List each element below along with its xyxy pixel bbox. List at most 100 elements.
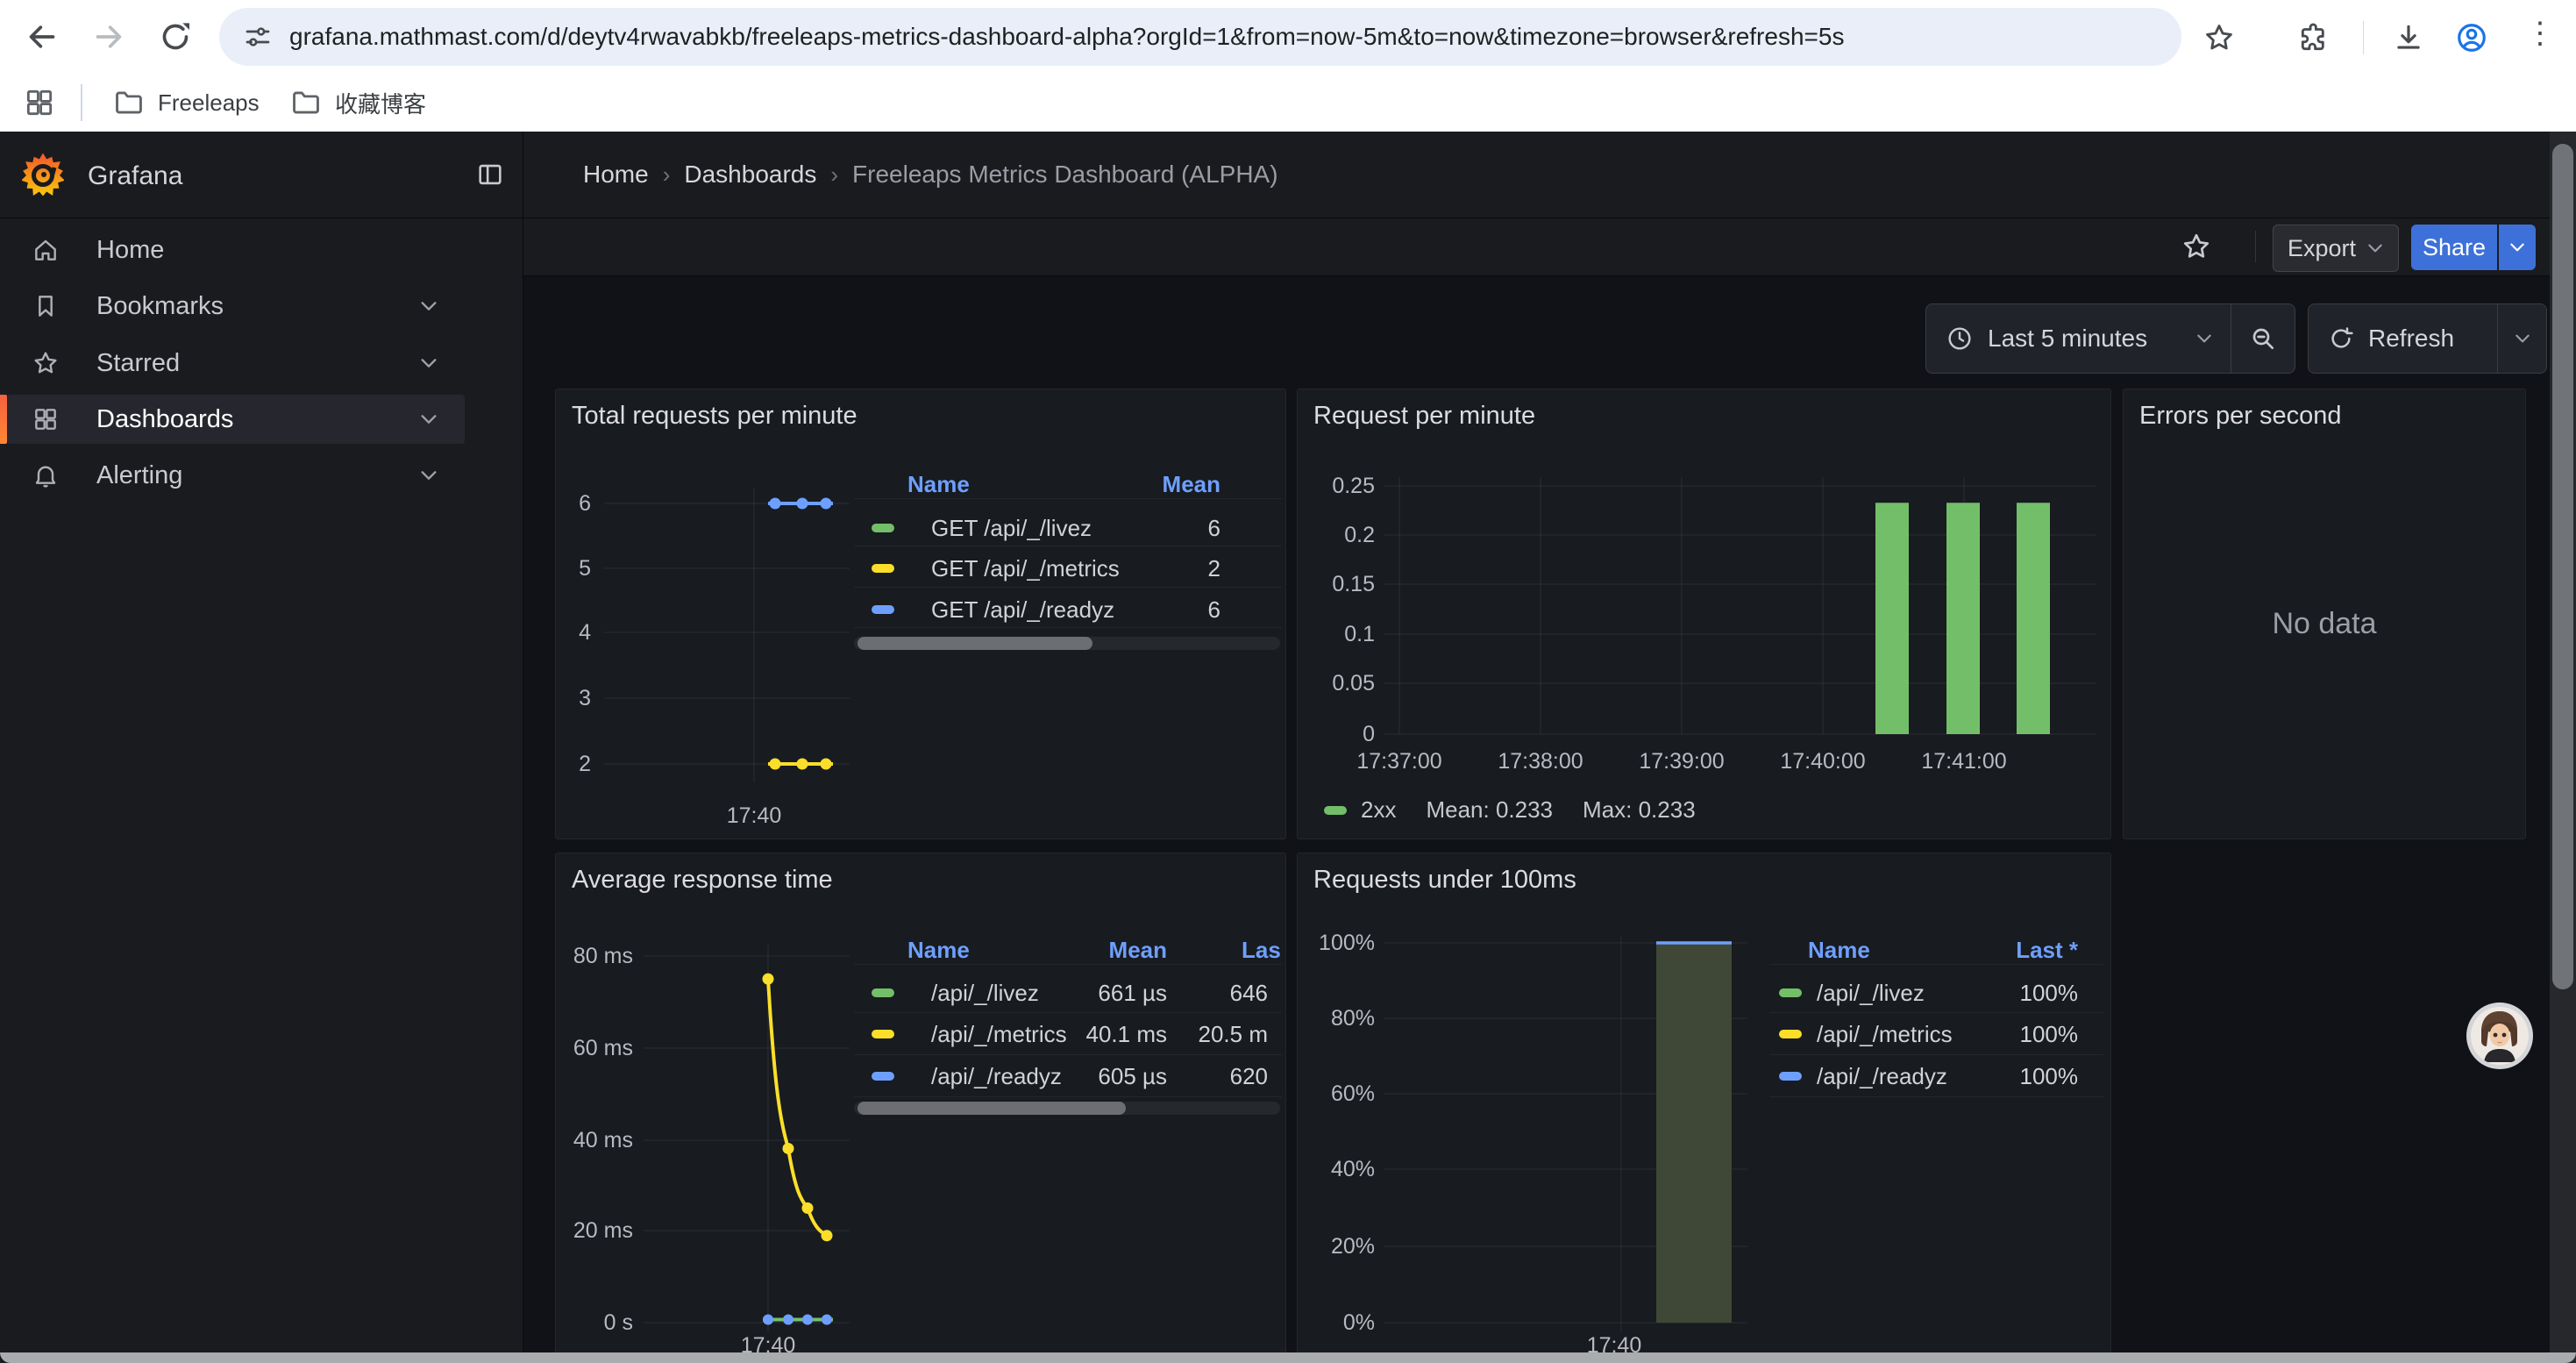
table-row[interactable]: /api/_/readyz 100% [1769, 1063, 2103, 1089]
legend-column-header[interactable]: Las [1242, 937, 1281, 964]
apps-shortcut-button[interactable] [23, 86, 56, 119]
refresh-button[interactable]: Refresh [2309, 304, 2497, 373]
table-row[interactable]: /api/_/metrics40.1 ms20.5 m [854, 1021, 1282, 1047]
bell-icon [32, 461, 60, 489]
grafana-logo[interactable] [22, 151, 64, 198]
svg-text:17:40: 17:40 [727, 803, 782, 828]
export-button[interactable]: Export [2273, 225, 2399, 272]
sidebar-item-alerting[interactable]: Alerting [7, 451, 465, 500]
star-dashboard-button[interactable] [2181, 231, 2212, 262]
url-text[interactable]: grafana.mathmast.com/d/deytv4rwavabkb/fr… [289, 23, 1844, 51]
export-label: Export [2288, 235, 2356, 262]
svg-text:80 ms: 80 ms [573, 944, 633, 968]
legend-column-header[interactable]: Name [907, 937, 970, 964]
series-value: 620 [1230, 1063, 1268, 1090]
assistant-avatar-image [2465, 1001, 2535, 1071]
series-color-pill [872, 1072, 894, 1081]
browser-menu-button[interactable]: ⋮ [2525, 16, 2555, 51]
legend-column-header[interactable]: Mean [1109, 937, 1167, 964]
sidebar-item-dashboards[interactable]: Dashboards [7, 395, 465, 444]
bookmark-folder-blogs[interactable]: 收藏博客 [289, 86, 426, 119]
share-menu-button[interactable] [2499, 225, 2536, 270]
extensions-button[interactable] [2297, 21, 2330, 54]
bookmarks-divider [81, 84, 82, 121]
address-bar[interactable]: grafana.mathmast.com/d/deytv4rwavabkb/fr… [219, 8, 2181, 66]
table-row[interactable]: /api/_/livez100% [1769, 980, 2103, 1006]
legend-column-header[interactable]: Last * [2016, 937, 2078, 964]
breadcrumb: Home › Dashboards › Freeleaps Metrics Da… [583, 161, 1278, 189]
table-separator [1769, 1096, 2103, 1097]
legend-column-header[interactable]: Mean [1163, 471, 1220, 498]
table-row[interactable]: GET /api/_/metrics2 [854, 555, 1282, 582]
refresh-interval-button[interactable] [2498, 304, 2546, 373]
legend-column-header[interactable]: Name [907, 471, 970, 498]
series-value: 6 [1208, 596, 1220, 624]
site-settings-button[interactable] [242, 21, 274, 53]
series-value: 646 [1230, 980, 1268, 1007]
series-name: /api/_/metrics [931, 1021, 1067, 1048]
panel-request-per-minute: Request per minute 0.250.20.150.10.05017… [1297, 389, 2111, 839]
floating-assistant-avatar[interactable] [2465, 1001, 2535, 1071]
series-value: 6 [1208, 515, 1220, 542]
table-scrollbar-thumb[interactable] [857, 637, 1092, 650]
sidebar-item-home[interactable]: Home [7, 225, 465, 275]
chevron-down-icon [2366, 239, 2384, 257]
series-color-pill [872, 524, 894, 532]
brand-name: Grafana [88, 161, 182, 191]
svg-text:20%: 20% [1331, 1234, 1375, 1259]
chevron-down-icon [419, 296, 438, 316]
legend-series-name[interactable]: 2xx [1361, 796, 1396, 824]
table-scrollbar-thumb[interactable] [857, 1102, 1126, 1115]
series-color-pill [872, 605, 894, 614]
breadcrumb-dashboards[interactable]: Dashboards [684, 161, 816, 189]
legend-column-header[interactable]: Name [1808, 937, 1870, 964]
svg-text:17:40: 17:40 [741, 1333, 796, 1354]
series-name: /api/_/readyz [931, 1063, 1062, 1090]
browser-reload-button[interactable] [158, 19, 193, 54]
series-color-pill [1779, 1030, 1802, 1038]
svg-text:17:39:00: 17:39:00 [1639, 749, 1724, 774]
svg-text:0.15: 0.15 [1332, 572, 1375, 596]
profile-button[interactable] [2455, 21, 2488, 54]
breadcrumb-home[interactable]: Home [583, 161, 649, 189]
series-value: 605 µs [1098, 1063, 1167, 1090]
table-row[interactable]: /api/_/metrics100% [1769, 1021, 2103, 1047]
sidebar-item-starred[interactable]: Starred [7, 339, 465, 388]
share-button[interactable]: Share [2411, 225, 2497, 270]
svg-text:6: 6 [579, 491, 591, 516]
sidebar-item-bookmarks[interactable]: Bookmarks [7, 282, 465, 331]
dashboard-canvas: Last 5 minutes Refresh Total requests pe… [523, 276, 2576, 1363]
table-row[interactable]: /api/_/readyz 605 µs 620 [854, 1063, 1282, 1089]
table-row[interactable]: GET /api/_/livez 6 [854, 515, 1282, 541]
series-name: /api/_/readyz [1817, 1063, 1947, 1090]
series-value: 100% [2020, 1021, 2079, 1048]
bookmark-page-button[interactable] [2202, 21, 2236, 54]
panel-title[interactable]: Errors per second [2139, 402, 2342, 431]
table-row[interactable]: GET /api/_/readyz6 [854, 596, 1282, 623]
svg-text:17:38:00: 17:38:00 [1498, 749, 1583, 774]
sidebar-item-label: Bookmarks [96, 292, 224, 321]
chevron-down-icon [419, 353, 438, 373]
downloads-button[interactable] [2392, 21, 2425, 54]
time-range-picker[interactable]: Last 5 minutes [1926, 304, 2231, 373]
browser-forward-button[interactable] [91, 19, 126, 54]
series-value: 100% [2020, 1063, 2079, 1090]
chevron-down-icon [419, 410, 438, 429]
table-row[interactable]: /api/_/livez661 µs646 [854, 980, 1282, 1006]
svg-text:4: 4 [579, 620, 591, 645]
dock-menu-toggle[interactable] [475, 160, 505, 189]
share-label: Share [2423, 234, 2486, 261]
legend-table: Name Last * /api/_/livez100% /api/_/metrics… [1769, 853, 2103, 1354]
toolbar-divider [2363, 21, 2364, 54]
page-scrollbar-thumb[interactable] [2552, 144, 2573, 989]
dashboard-toolbar: Export Share [523, 218, 2576, 275]
request-per-minute-chart[interactable]: 0.250.20.150.10.05017:37:0017:38:0017:39… [1298, 389, 2110, 838]
table-separator [1769, 1012, 2103, 1013]
zoom-out-time-button[interactable] [2231, 304, 2295, 373]
series-name: GET /api/_/livez [931, 515, 1092, 542]
browser-back-button[interactable] [25, 19, 60, 54]
series-value: 2 [1208, 555, 1220, 582]
bookmark-folder-freeleaps[interactable]: Freeleaps [112, 86, 260, 119]
svg-text:60%: 60% [1331, 1081, 1375, 1106]
folder-icon [289, 86, 323, 119]
